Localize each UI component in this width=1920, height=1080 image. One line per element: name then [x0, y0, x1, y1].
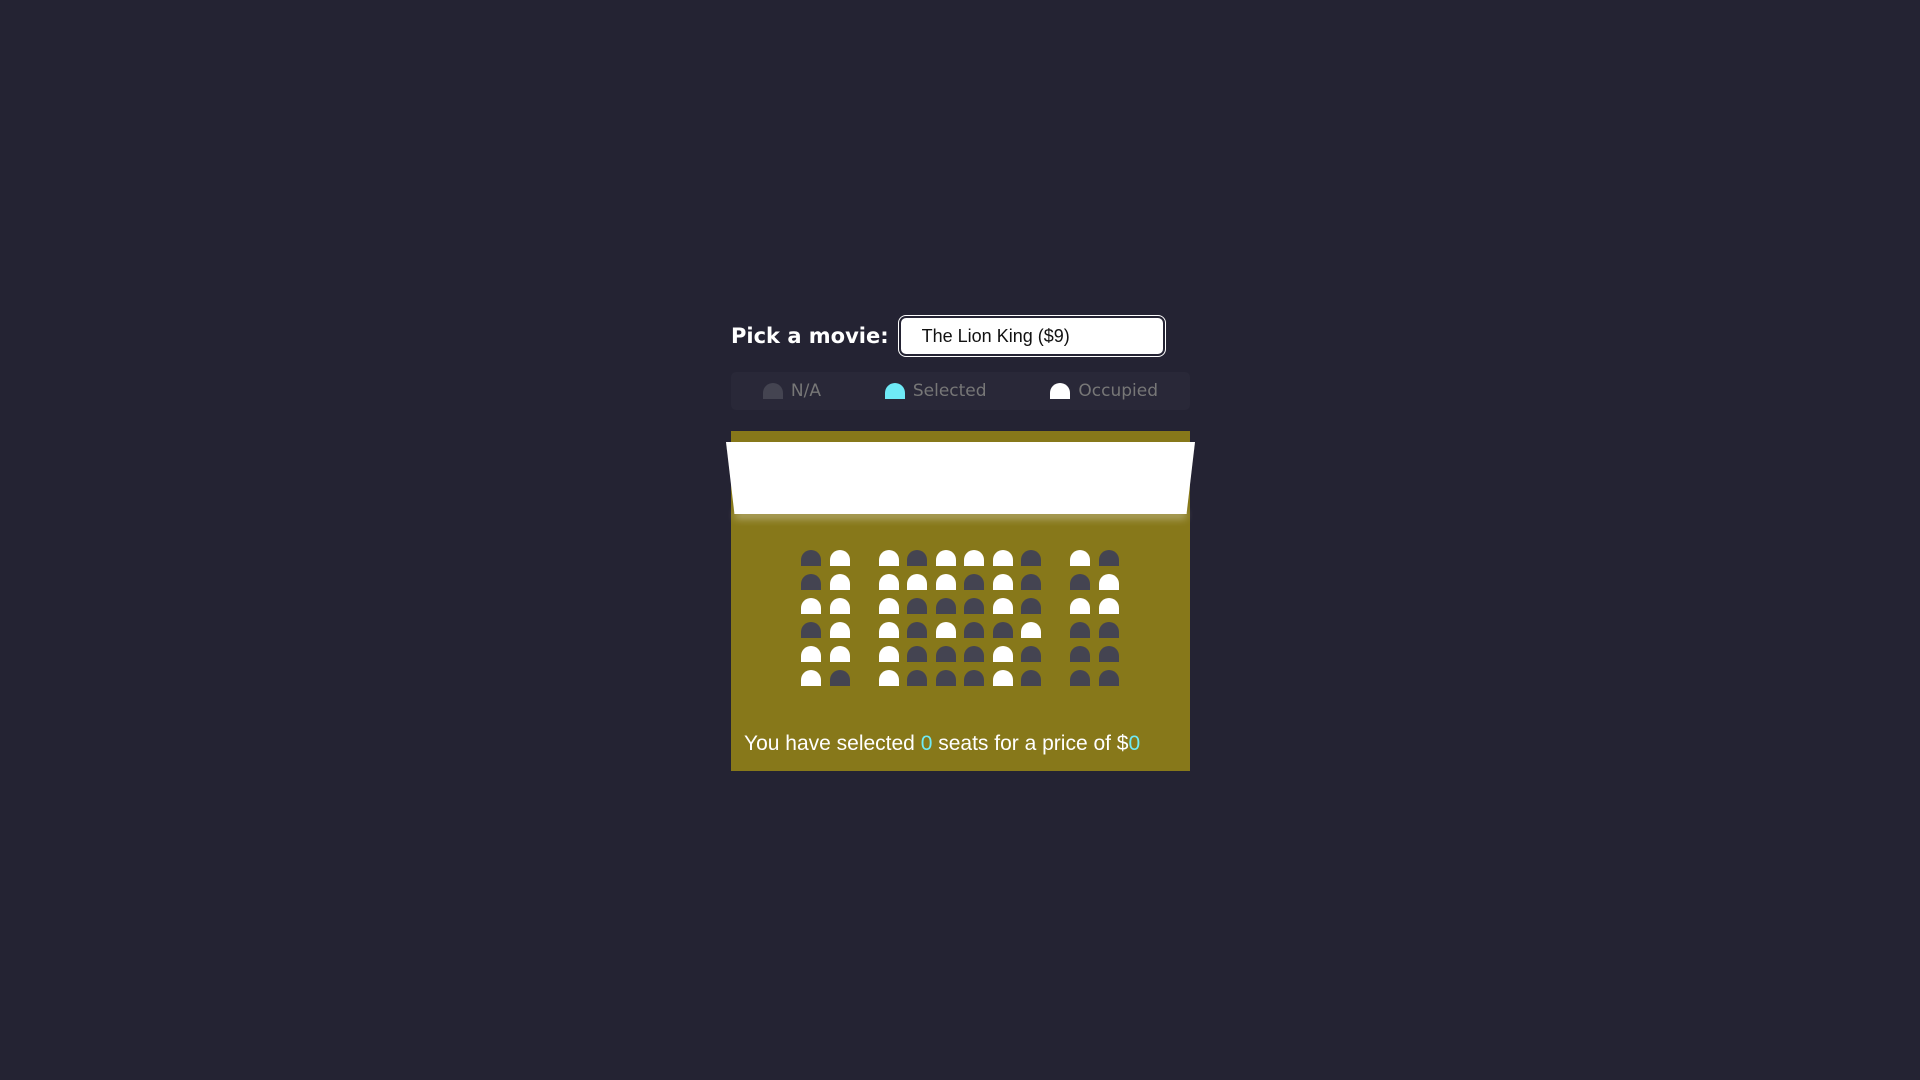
seat[interactable]	[907, 646, 927, 662]
selected-seat-count: 0	[920, 732, 933, 755]
seat[interactable]	[1070, 622, 1090, 638]
seat	[829, 646, 850, 662]
seat	[878, 598, 899, 614]
seat	[801, 670, 821, 686]
seat[interactable]	[1098, 622, 1119, 638]
seat[interactable]	[1021, 550, 1041, 566]
legend-label-selected: Selected	[912, 381, 987, 401]
legend-item-occupied: Occupied	[1050, 381, 1158, 401]
seat	[992, 574, 1013, 590]
seat	[992, 598, 1013, 614]
seat-row	[801, 550, 1127, 566]
seat-occupied-icon	[1050, 383, 1071, 399]
seat[interactable]	[829, 670, 850, 686]
seat-na-icon	[762, 383, 783, 399]
seat	[1098, 574, 1119, 590]
legend-item-selected: Selected	[884, 381, 987, 401]
legend-item-na: N/A	[762, 381, 821, 401]
seat	[829, 550, 850, 566]
seat[interactable]	[964, 574, 984, 590]
seat[interactable]	[1070, 670, 1090, 686]
seat	[801, 598, 821, 614]
seat[interactable]	[1021, 574, 1041, 590]
seat-legend: N/A Selected Occupied	[731, 372, 1190, 410]
seat	[829, 598, 850, 614]
seat[interactable]	[1070, 646, 1090, 662]
movie-select[interactable]: The Lion King ($9)	[900, 318, 1163, 354]
seat[interactable]	[907, 598, 927, 614]
legend-label-na: N/A	[790, 381, 821, 401]
seat[interactable]	[1021, 646, 1041, 662]
seat	[992, 670, 1013, 686]
seat	[1070, 598, 1090, 614]
seat[interactable]	[801, 550, 821, 566]
seat-row	[801, 622, 1127, 638]
seat	[1070, 550, 1090, 566]
seat	[907, 574, 927, 590]
seat-row	[801, 670, 1127, 686]
seat	[935, 550, 956, 566]
seat	[878, 550, 899, 566]
seat[interactable]	[1098, 646, 1119, 662]
seat[interactable]	[801, 622, 821, 638]
seat-selected-icon	[884, 383, 905, 399]
movie-picker: Pick a movie: The Lion King ($9)	[731, 315, 1190, 357]
seat	[964, 550, 984, 566]
seat	[801, 646, 821, 662]
seat[interactable]	[907, 622, 927, 638]
seat	[935, 622, 956, 638]
seat-row	[801, 646, 1127, 662]
seat[interactable]	[964, 598, 984, 614]
seat-grid	[801, 550, 1127, 694]
seat	[878, 622, 899, 638]
seat[interactable]	[964, 646, 984, 662]
seat[interactable]	[907, 670, 927, 686]
booking-summary: You have selected 0 seats for a price of…	[744, 732, 1140, 756]
seat[interactable]	[935, 670, 956, 686]
seat[interactable]	[1021, 598, 1041, 614]
seat	[992, 646, 1013, 662]
seat	[1021, 622, 1041, 638]
seat[interactable]	[907, 550, 927, 566]
seat	[1098, 598, 1119, 614]
seat[interactable]	[964, 622, 984, 638]
seat[interactable]	[935, 598, 956, 614]
seat[interactable]	[801, 574, 821, 590]
seat-row	[801, 574, 1127, 590]
seat[interactable]	[1021, 670, 1041, 686]
seat[interactable]	[1070, 574, 1090, 590]
theater: You have selected 0 seats for a price of…	[726, 431, 1195, 771]
summary-prefix: You have selected	[744, 732, 921, 755]
movie-seat-booking: Pick a movie: The Lion King ($9) N/A Sel…	[726, 315, 1195, 771]
seat-row	[801, 598, 1127, 614]
legend-label-occupied: Occupied	[1078, 381, 1159, 401]
seat[interactable]	[1098, 670, 1119, 686]
movie-picker-label: Pick a movie:	[731, 324, 889, 348]
seat[interactable]	[964, 670, 984, 686]
summary-middle: seats for a price of $	[932, 732, 1129, 755]
seat	[829, 622, 850, 638]
seat	[935, 574, 956, 590]
seat	[878, 670, 899, 686]
seat	[878, 646, 899, 662]
movie-screen	[726, 442, 1195, 514]
seat	[829, 574, 850, 590]
seat	[878, 574, 899, 590]
total-price: 0	[1128, 732, 1141, 755]
seat[interactable]	[935, 646, 956, 662]
seat	[992, 550, 1013, 566]
seat[interactable]	[1098, 550, 1119, 566]
seat[interactable]	[992, 622, 1013, 638]
